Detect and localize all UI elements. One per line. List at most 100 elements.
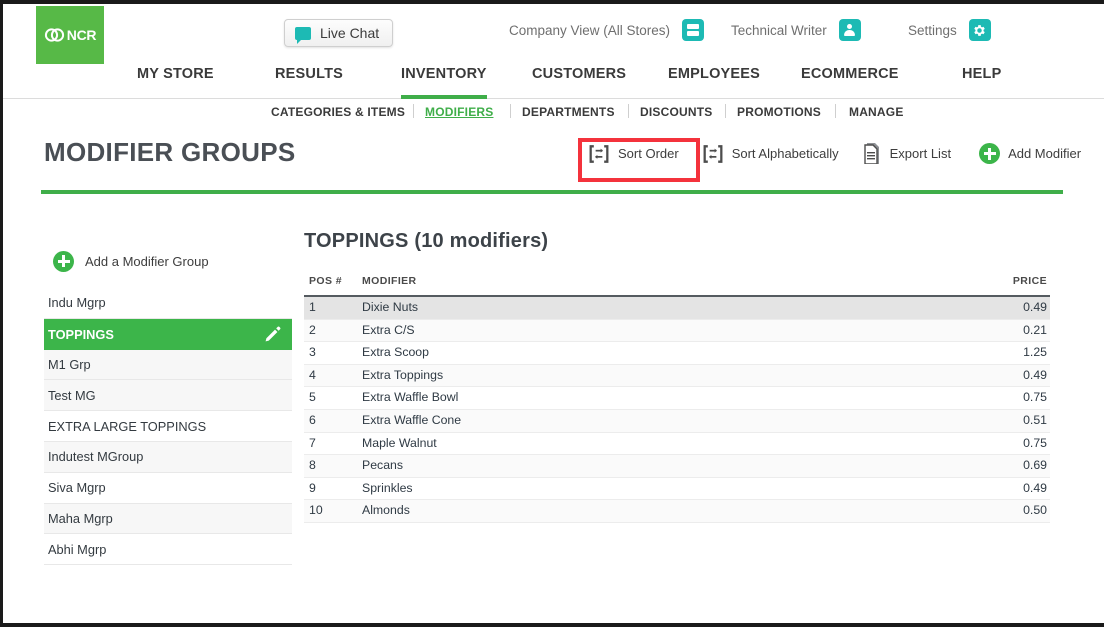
settings-selector[interactable]: Settings: [908, 4, 991, 56]
cell-modifier: Extra Scoop: [359, 341, 960, 365]
subnav-manage[interactable]: MANAGE: [849, 105, 904, 119]
subnav-categories-items[interactable]: CATEGORIES & ITEMS: [271, 105, 405, 119]
user-account-selector[interactable]: Technical Writer: [731, 4, 861, 56]
add-modifier-group-label: Add a Modifier Group: [85, 253, 209, 269]
top-bar: NCR Live Chat Company View (All Stores) …: [3, 4, 1104, 66]
cell-pos: 2: [304, 319, 359, 343]
nav-employees[interactable]: EMPLOYEES: [668, 66, 760, 99]
cell-pos: 3: [304, 341, 359, 365]
table-row[interactable]: 4 Extra Toppings 0.49: [304, 364, 1050, 388]
store-icon[interactable]: [682, 19, 705, 41]
table-row[interactable]: 6 Extra Waffle Cone 0.51: [304, 409, 1050, 433]
subnav-promotions[interactable]: PROMOTIONS: [737, 105, 821, 119]
nav-ecommerce[interactable]: ECOMMERCE: [801, 66, 899, 99]
column-header-price[interactable]: PRICE: [960, 275, 1050, 297]
subnav-separator: [835, 104, 836, 118]
gear-icon[interactable]: [968, 19, 991, 41]
cell-price: 0.75: [960, 432, 1050, 456]
list-item-label: Test MG: [48, 387, 96, 403]
table-row[interactable]: 1 Dixie Nuts 0.49: [304, 296, 1050, 320]
table-header-row: POS # MODIFIER PRICE: [304, 275, 1050, 297]
user-icon[interactable]: [838, 19, 861, 41]
sort-alphabetical-icon: [703, 144, 723, 163]
table-row[interactable]: 10 Almonds 0.50: [304, 499, 1050, 523]
subnav-modifiers[interactable]: MODIFIERS: [425, 105, 493, 119]
export-list-button[interactable]: Export List: [863, 143, 952, 164]
cell-modifier: Maple Walnut: [359, 432, 960, 456]
cell-pos: 8: [304, 454, 359, 478]
modifier-table: POS # MODIFIER PRICE 1 Dixie Nuts 0.49 2…: [304, 275, 1050, 523]
cell-modifier: Extra Toppings: [359, 364, 960, 388]
cell-modifier: Almonds: [359, 499, 960, 523]
add-modifier-button[interactable]: Add Modifier: [979, 143, 1081, 164]
table-row[interactable]: 9 Sprinkles 0.49: [304, 477, 1050, 501]
sidebar-item-indu-mgrp[interactable]: Indu Mgrp: [44, 288, 292, 319]
cell-modifier: Extra Waffle Cone: [359, 409, 960, 433]
nav-customers-label: CUSTOMERS: [532, 66, 627, 82]
nav-my-store-label: MY STORE: [137, 66, 214, 82]
sidebar-item-extra-large-toppings[interactable]: EXTRA LARGE TOPPINGS: [44, 411, 292, 442]
add-modifier-group-button[interactable]: Add a Modifier Group: [44, 240, 292, 282]
sidebar-item-indutest-mgroup[interactable]: Indutest MGroup: [44, 441, 292, 473]
sidebar-item-test-mg[interactable]: Test MG: [44, 380, 292, 412]
live-chat-button[interactable]: Live Chat: [284, 19, 394, 47]
list-item-label: EXTRA LARGE TOPPINGS: [48, 418, 207, 434]
column-header-modifier[interactable]: MODIFIER: [359, 275, 960, 297]
modifier-group-sidebar: Add a Modifier Group Indu Mgrp TOPPINGS …: [44, 240, 292, 566]
list-item-label: TOPPINGS: [48, 326, 114, 342]
cell-price: 0.21: [960, 319, 1050, 343]
sidebar-item-abhi-mgrp[interactable]: Abhi Mgrp: [44, 534, 292, 566]
sidebar-item-m1-grp[interactable]: M1 Grp: [44, 349, 292, 381]
table-row[interactable]: 5 Extra Waffle Bowl 0.75: [304, 386, 1050, 410]
cell-price: 0.49: [960, 296, 1050, 320]
list-item-label: Siva Mgrp: [48, 480, 106, 496]
subnav-discounts[interactable]: DISCOUNTS: [640, 105, 712, 119]
export-list-label: Export List: [889, 146, 952, 161]
table-row[interactable]: 2 Extra C/S 0.21: [304, 319, 1050, 343]
cell-price: 0.51: [960, 409, 1050, 433]
cell-price: 1.25: [960, 341, 1050, 365]
modifier-group-list: Indu Mgrp TOPPINGS M1 Grp Test MG EXTRA …: [44, 288, 292, 566]
cell-pos: 10: [304, 499, 359, 523]
cell-modifier: Extra Waffle Bowl: [359, 386, 960, 410]
subnav-departments[interactable]: DEPARTMENTS: [522, 105, 615, 119]
sidebar-item-toppings[interactable]: TOPPINGS: [44, 318, 292, 350]
cell-modifier: Dixie Nuts: [359, 296, 960, 320]
pencil-icon[interactable]: [265, 326, 281, 342]
nav-inventory-label: INVENTORY: [401, 66, 487, 82]
table-row[interactable]: 7 Maple Walnut 0.75: [304, 432, 1050, 456]
cell-pos: 4: [304, 364, 359, 388]
page-toolbar: Sort Order Sort Alphabetically Export Li…: [588, 143, 1081, 164]
sort-order-button[interactable]: Sort Order: [588, 144, 679, 164]
nav-results[interactable]: RESULTS: [275, 66, 343, 99]
live-chat-label: Live Chat: [320, 25, 380, 41]
nav-customers[interactable]: CUSTOMERS: [532, 66, 626, 99]
nav-my-store[interactable]: MY STORE: [137, 66, 214, 99]
cell-modifier: Sprinkles: [359, 477, 960, 501]
list-item-label: Indutest MGroup: [48, 449, 144, 465]
ncr-logo[interactable]: NCR: [36, 6, 104, 64]
page-header-divider: [41, 190, 1063, 194]
nav-inventory[interactable]: INVENTORY: [401, 66, 487, 99]
sidebar-item-siva-mgrp[interactable]: Siva Mgrp: [44, 473, 292, 504]
cell-price: 0.49: [960, 364, 1050, 388]
sort-alphabetically-button[interactable]: Sort Alphabetically: [702, 144, 839, 164]
application-window: NCR Live Chat Company View (All Stores) …: [0, 0, 1104, 627]
company-view-selector[interactable]: Company View (All Stores): [509, 4, 705, 56]
cell-pos: 5: [304, 386, 359, 410]
sidebar-item-maha-mgrp[interactable]: Maha Mgrp: [44, 503, 292, 535]
ncr-rings-icon: [44, 28, 64, 42]
column-header-pos[interactable]: POS #: [304, 275, 359, 297]
nav-ecommerce-label: ECOMMERCE: [801, 66, 899, 82]
modifier-table-body: 1 Dixie Nuts 0.49 2 Extra C/S 0.21 3 Ext…: [304, 296, 1050, 523]
nav-employees-label: EMPLOYEES: [668, 66, 761, 82]
cell-pos: 1: [304, 296, 359, 320]
cell-modifier: Pecans: [359, 454, 960, 478]
sort-order-label: Sort Order: [618, 146, 679, 161]
table-row[interactable]: 8 Pecans 0.69: [304, 454, 1050, 478]
modifier-table-header: POS # MODIFIER PRICE: [304, 275, 1050, 297]
add-modifier-label: Add Modifier: [1008, 146, 1082, 161]
table-row[interactable]: 3 Extra Scoop 1.25: [304, 341, 1050, 365]
nav-help[interactable]: HELP: [962, 66, 1001, 99]
chat-bubble-icon: [295, 26, 311, 44]
